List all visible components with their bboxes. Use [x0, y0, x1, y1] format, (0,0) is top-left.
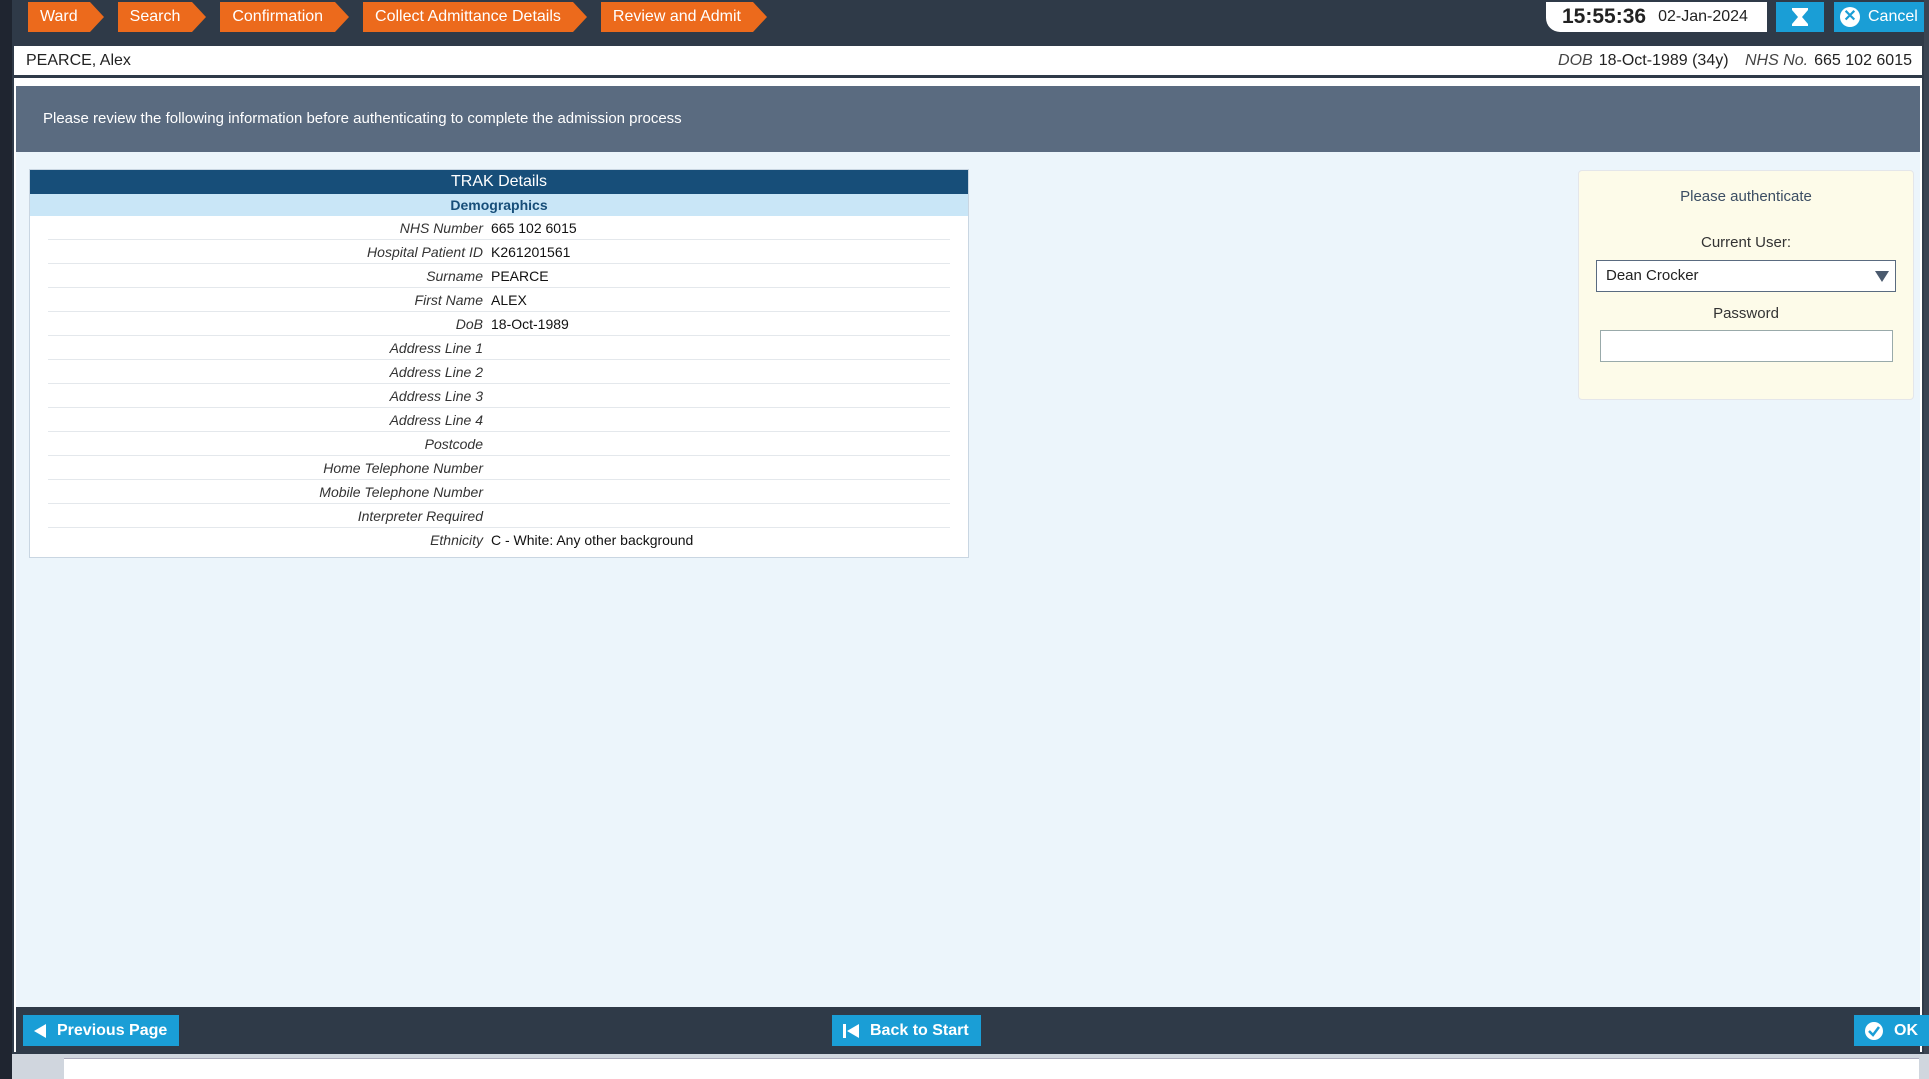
demographics-header: Demographics [30, 194, 968, 216]
field-label: Address Line 1 [389, 340, 483, 356]
current-user-value: Dean Crocker [1606, 267, 1699, 284]
demographics-row: Address Line 3 [48, 384, 950, 408]
ok-button[interactable]: OK [1854, 1015, 1929, 1046]
field-value: K261201561 [491, 244, 571, 260]
field-value: 18-Oct-1989 [491, 316, 569, 332]
demographics-row: Hospital Patient ID K261201561 [48, 240, 950, 264]
breadcrumb-search[interactable]: Search [117, 2, 206, 32]
auth-heading: Please authenticate [1680, 188, 1812, 205]
demographics-rows: NHS Number 665 102 6015 Hospital Patient I… [30, 216, 968, 552]
demographics-row: Interpreter Required [48, 504, 950, 528]
info-message: Please review the following information … [16, 86, 1920, 152]
clock-time: 15:55:36 [1562, 5, 1647, 28]
cancel-label: Cancel [1868, 8, 1918, 25]
field-label: Address Line 3 [389, 388, 483, 404]
top-bar: Ward Search Confirmation Collect Admitta… [14, 2, 1924, 46]
demographics-row: DoB 18-Oct-1989 [48, 312, 950, 336]
demographics-row: Ethnicity C - White: Any other background [48, 528, 950, 552]
field-label: NHS Number [399, 220, 483, 236]
back-to-start-label: Back to Start [870, 1021, 969, 1039]
demographics-row: First Name ALEX [48, 288, 950, 312]
dropdown-arrow-icon [1875, 271, 1889, 282]
field-label: Ethnicity [430, 532, 483, 548]
hourglass-icon [1792, 8, 1808, 26]
breadcrumb-ward[interactable]: Ward [28, 2, 104, 32]
breadcrumb-confirmation[interactable]: Confirmation [220, 2, 349, 32]
breadcrumb-review-and-admit[interactable]: Review and Admit [600, 2, 768, 32]
skip-to-start-icon [843, 1023, 859, 1038]
trak-details-panel: TRAK Details Demographics NHS Number 665 … [29, 169, 969, 558]
demographics-row: Mobile Telephone Number [48, 480, 950, 504]
close-icon: ✕ [1840, 7, 1860, 27]
demographics-row: Address Line 1 [48, 336, 950, 360]
previous-page-button[interactable]: Previous Page [23, 1015, 180, 1046]
patient-name: PEARCE, Alex [26, 52, 131, 69]
trak-details-title: TRAK Details [30, 170, 968, 194]
arrow-left-icon [34, 1023, 46, 1038]
dob-value: 18-Oct-1989 (34y) [1598, 52, 1729, 69]
demographics-row: Postcode [48, 432, 950, 456]
field-label: DoB [455, 316, 483, 332]
field-label: First Name [414, 292, 483, 308]
hourglass-button[interactable] [1776, 2, 1824, 32]
cancel-button[interactable]: ✕ Cancel [1834, 2, 1924, 32]
back-to-start-button[interactable]: Back to Start [832, 1015, 981, 1046]
field-label: Address Line 4 [389, 412, 483, 428]
nhs-value: 665 102 6015 [1814, 52, 1912, 69]
dob-label: DOB [1558, 52, 1593, 69]
field-label: Surname [426, 268, 483, 284]
current-user-select[interactable]: Dean Crocker [1596, 260, 1896, 292]
demographics-row: Home Telephone Number [48, 456, 950, 480]
patient-identifiers: DOB 18-Oct-1989 (34y) NHS No. 665 102 6015 [1558, 52, 1912, 70]
demographics-row: NHS Number 665 102 6015 [48, 216, 950, 240]
main-content: TRAK Details Demographics NHS Number 665 … [16, 152, 1920, 1007]
nhs-label: NHS No. [1745, 52, 1809, 69]
field-label: Address Line 2 [389, 364, 483, 380]
current-user-label: Current User: [1700, 234, 1792, 251]
password-input[interactable] [1600, 330, 1893, 362]
check-circle-icon [1865, 1021, 1883, 1040]
password-label: Password [1713, 305, 1779, 322]
taskbar-strip [12, 1054, 1929, 1079]
demographics-row: Surname PEARCE [48, 264, 950, 288]
app-window: Ward Search Confirmation Collect Admitta… [12, 0, 1929, 1054]
footer-bar: Previous Page Back to Start OK [16, 1007, 1929, 1052]
window-left-edge [0, 0, 12, 1079]
taskbar-field [64, 1058, 1919, 1079]
field-value: ALEX [491, 292, 527, 308]
field-value: C - White: Any other background [491, 532, 694, 548]
breadcrumb: Ward Search Confirmation Collect Admitta… [28, 2, 781, 32]
field-value: 665 102 6015 [491, 220, 577, 236]
field-value: PEARCE [491, 268, 549, 284]
previous-page-label: Previous Page [57, 1021, 168, 1039]
field-label: Postcode [424, 436, 483, 452]
field-label: Mobile Telephone Number [319, 484, 483, 500]
patient-banner: PEARCE, Alex DOB 18-Oct-1989 (34y) NHS No… [14, 46, 1922, 78]
field-label: Home Telephone Number [323, 460, 483, 476]
demographics-row: Address Line 2 [48, 360, 950, 384]
clock-date: 02-Jan-2024 [1658, 8, 1748, 25]
breadcrumb-collect-admittance-details[interactable]: Collect Admittance Details [363, 2, 587, 32]
clock: 15:55:36 02-Jan-2024 [1546, 2, 1767, 32]
ok-label: OK [1894, 1021, 1918, 1039]
demographics-row: Address Line 4 [48, 408, 950, 432]
field-label: Hospital Patient ID [367, 244, 483, 260]
field-label: Interpreter Required [357, 508, 483, 524]
authentication-panel: Please authenticate Current User: Dean C… [1578, 170, 1914, 400]
